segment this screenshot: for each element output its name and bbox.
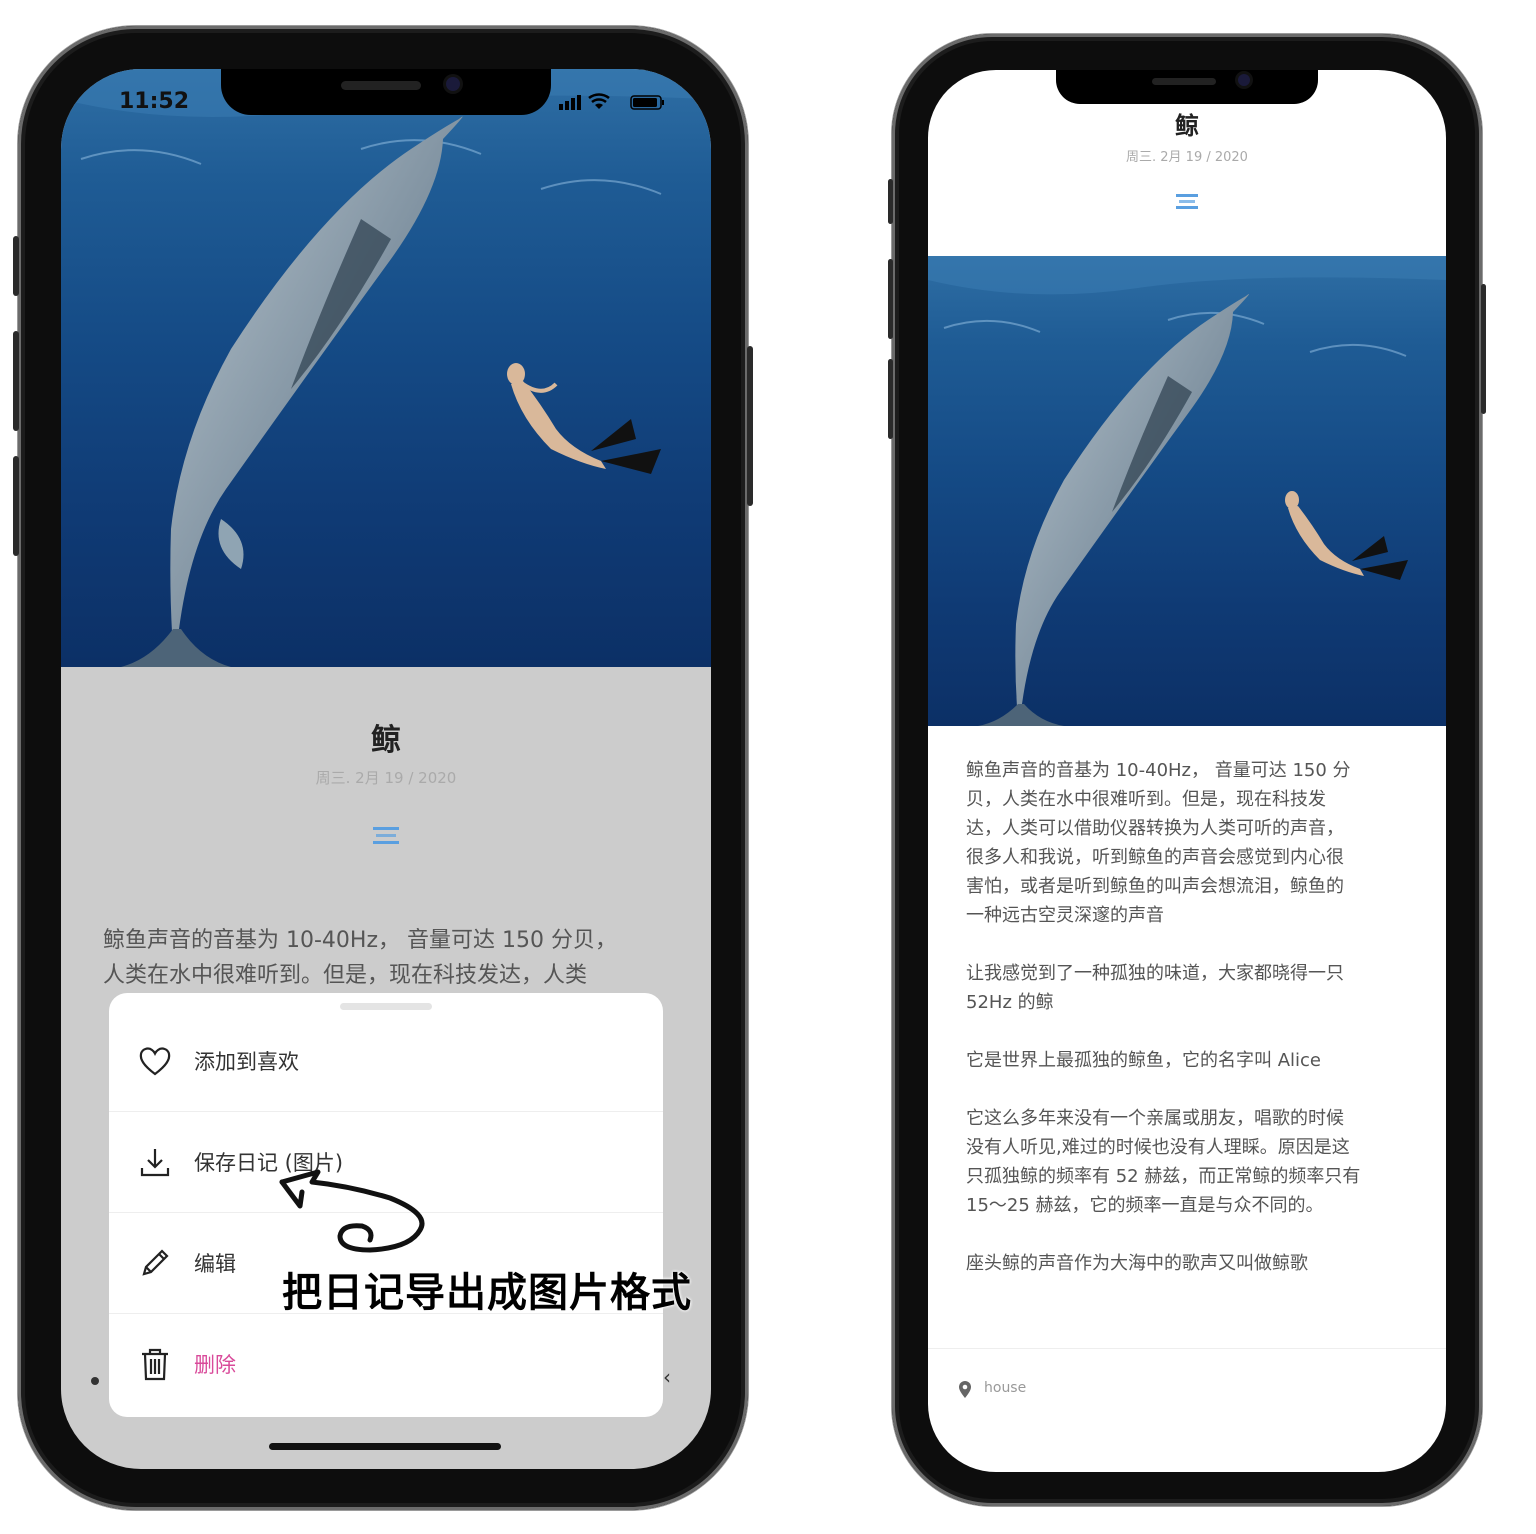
right-notch xyxy=(1056,70,1318,104)
add-to-favorites-label: 添加到喜欢 xyxy=(194,1050,299,1074)
left-separator-icon xyxy=(373,827,399,845)
right-whale-and-diver-image xyxy=(928,256,1446,726)
heart-icon xyxy=(137,1043,173,1079)
body-line: 达，人类可以借助仪器转换为人类可听的声音， xyxy=(966,818,1344,839)
body-line: 只孤独鲸的频率有 52 赫兹，而正常鲸的频率只有 xyxy=(966,1166,1361,1187)
left-article-date: 周三. 2月 19 / 2020 xyxy=(315,769,457,787)
delete-button[interactable]: 删除 xyxy=(109,1314,663,1414)
whale-and-diver-image xyxy=(61,69,711,667)
annotation-arrow xyxy=(279,1169,425,1253)
right-side-button xyxy=(888,179,893,224)
right-volume-up-button xyxy=(888,259,893,339)
left-article-title: 鲸 xyxy=(371,723,401,758)
body-line: 没有人听见,难过的时候也没有人理睬。原因是这 xyxy=(966,1137,1350,1158)
paragraph: 它是世界上最孤独的鲸鱼，它的名字叫 Alice xyxy=(966,1046,1414,1075)
body-line: 一种远古空灵深邃的声音 xyxy=(966,905,1164,926)
whale-photo xyxy=(61,69,711,667)
signal-wifi-battery-icon xyxy=(559,93,664,110)
body-line: 它是世界上最孤独的鲸鱼，它的名字叫 Alice xyxy=(966,1050,1322,1071)
location-pin-icon xyxy=(959,1381,971,1398)
pencil-icon xyxy=(137,1245,173,1281)
left-volume-down-button xyxy=(13,456,19,556)
annotation-caption: 把日记导出成图片格式 xyxy=(282,1270,692,1316)
left-side-button xyxy=(13,236,19,296)
paragraph: 它这么多年来没有一个亲属或朋友，唱歌的时候 没有人听见,难过的时候也没有人理睬。… xyxy=(966,1104,1414,1220)
left-volume-up-button xyxy=(13,331,19,431)
body-line: 15～25 赫兹，它的频率一直是与众不同的。 xyxy=(966,1195,1324,1216)
right-article-body: 鲸鱼声音的音基为 10-40Hz， 音量可达 150 分 贝，人类在水中很难听到… xyxy=(966,756,1414,1278)
left-screen: 11:52 鲸 周三. 2月 19 / 2020 鲸鱼声音的音基为 10-40H… xyxy=(61,69,711,1469)
paragraph: 让我感觉到了一种孤独的味道，大家都晓得一只 52Hz 的鲸 xyxy=(966,959,1414,1017)
footer-divider xyxy=(928,1348,1446,1349)
left-speaker xyxy=(341,81,421,90)
left-front-camera xyxy=(446,77,460,91)
right-volume-down-button xyxy=(888,359,893,439)
right-article-date: 周三. 2月 19 / 2020 xyxy=(1126,150,1248,165)
left-notch xyxy=(221,69,551,115)
edit-label: 编辑 xyxy=(194,1252,236,1276)
left-power-button xyxy=(747,346,753,506)
body-line: 害怕，或者是听到鲸鱼的叫声会想流泪，鲸鱼的 xyxy=(966,876,1344,897)
left-body-line: 人类在水中很难听到。但是，现在科技发达，人类 xyxy=(103,963,588,988)
body-line: 很多人和我说，听到鲸鱼的声音会感觉到内心很 xyxy=(966,847,1344,868)
right-whale-photo xyxy=(928,256,1446,726)
delete-label: 删除 xyxy=(194,1353,236,1377)
download-icon xyxy=(137,1144,173,1180)
sheet-grabber[interactable] xyxy=(340,1003,432,1010)
bottom-toolbar-right-edge: ‹ xyxy=(663,1365,671,1389)
paragraph: 座头鲸的声音作为大海中的歌声又叫做鲸歌 xyxy=(966,1249,1414,1278)
add-to-favorites-button[interactable]: 添加到喜欢 xyxy=(109,1011,663,1111)
left-article-body: 鲸鱼声音的音基为 10-40Hz， 音量可达 150 分贝， 人类在水中很难听到… xyxy=(103,923,683,993)
trash-icon xyxy=(137,1346,173,1382)
status-icons xyxy=(559,93,679,111)
right-screen: 鲸 周三. 2月 19 / 2020 鲸鱼声音的音基为 10-40Hz， 音量可… xyxy=(928,70,1446,1472)
body-line: 鲸鱼声音的音基为 10-40Hz， 音量可达 150 分 xyxy=(966,760,1351,781)
home-indicator[interactable] xyxy=(269,1443,501,1450)
body-line: 座头鲸的声音作为大海中的歌声又叫做鲸歌 xyxy=(966,1253,1308,1274)
right-power-button xyxy=(1481,284,1486,414)
right-separator-icon xyxy=(1176,194,1198,210)
body-line: 52Hz 的鲸 xyxy=(966,992,1054,1013)
body-line: 让我感觉到了一种孤独的味道，大家都晓得一只 xyxy=(966,963,1344,984)
right-speaker xyxy=(1152,78,1216,85)
bottom-toolbar-left-edge xyxy=(91,1377,99,1385)
body-line: 贝，人类在水中很难听到。但是，现在科技发 xyxy=(966,789,1326,810)
left-body-line: 鲸鱼声音的音基为 10-40Hz， 音量可达 150 分贝， xyxy=(103,928,617,953)
right-article-title: 鲸 xyxy=(1175,112,1199,140)
right-front-camera xyxy=(1238,74,1250,86)
status-time: 11:52 xyxy=(119,89,190,114)
paragraph: 鲸鱼声音的音基为 10-40Hz， 音量可达 150 分 贝，人类在水中很难听到… xyxy=(966,756,1414,930)
body-line: 它这么多年来没有一个亲属或朋友，唱歌的时候 xyxy=(966,1108,1344,1129)
right-phone-frame: 鲸 周三. 2月 19 / 2020 鲸鱼声音的音基为 10-40Hz， 音量可… xyxy=(888,34,1486,1506)
location-label: house xyxy=(984,1380,1027,1396)
